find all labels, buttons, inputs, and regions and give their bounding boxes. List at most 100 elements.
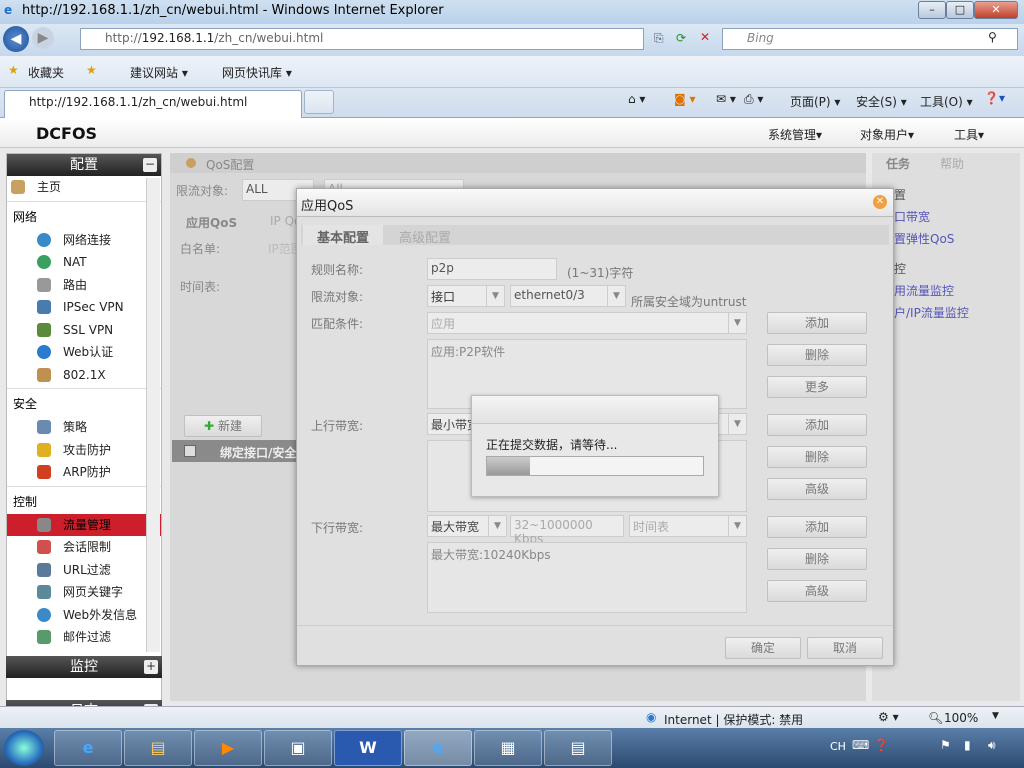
rule-name-input[interactable]: p2p <box>427 258 557 280</box>
keyboard-icon[interactable]: ⌨ <box>852 738 869 752</box>
select-all-checkbox[interactable] <box>184 445 196 457</box>
protected-mode-icon[interactable]: ⚙ ▾ <box>878 710 899 724</box>
interface-select[interactable]: ethernet0/3 ▼ <box>510 285 626 307</box>
zoom-level[interactable]: 100% <box>944 711 978 725</box>
tab-help[interactable]: 帮助 <box>940 155 964 172</box>
sidebar-item[interactable]: ARP防护 <box>7 461 161 484</box>
sidebar-item[interactable]: 网络连接 <box>7 229 161 252</box>
sidebar-header-config[interactable]: 配置 − <box>7 154 161 176</box>
tools-menu[interactable]: 工具(O) ▾ <box>920 93 973 110</box>
sidebar-item[interactable]: Web外发信息 <box>7 604 161 627</box>
sidebar-item[interactable]: 网页关键字 <box>7 581 161 604</box>
ok-button[interactable]: 确定 <box>725 637 801 659</box>
sidebar-header-monitor[interactable]: 监控 + <box>6 656 162 678</box>
search-input[interactable]: Bing <box>722 28 1018 50</box>
upstream-add-button[interactable]: 添加 <box>767 414 867 436</box>
downstream-list[interactable]: 最大带宽:10240Kbps <box>427 542 747 613</box>
expand-icon[interactable]: + <box>144 660 158 674</box>
new-tab-button[interactable] <box>304 90 334 114</box>
cancel-button[interactable]: 取消 <box>807 637 883 659</box>
sidebar-item[interactable]: 策略 <box>7 416 161 439</box>
match-add-button[interactable]: 添加 <box>767 312 867 334</box>
downstream-add-button[interactable]: 添加 <box>767 516 867 538</box>
taskbar-word-icon[interactable]: W <box>334 730 402 766</box>
sidebar-item[interactable]: IPSec VPN <box>7 296 161 319</box>
language-indicator[interactable]: CH <box>830 740 846 753</box>
forward-button[interactable]: ▶ <box>32 27 54 49</box>
network-tray-icon[interactable]: ▮ <box>964 738 971 752</box>
security-zone[interactable]: Internet | 保护模式: 禁用 <box>664 711 803 728</box>
new-button[interactable]: ✚ 新建 <box>184 415 262 437</box>
limit-type-select[interactable]: 接口 ▼ <box>427 285 505 307</box>
home-icon[interactable]: ⌂ ▾ <box>628 92 645 106</box>
feeds-icon[interactable]: ◙ ▾ <box>674 92 695 106</box>
add-favorite-icon[interactable]: ★ <box>86 63 97 77</box>
web-slice-gallery-button[interactable]: 网页快讯库 ▾ <box>222 64 292 81</box>
sidebar-scrollbar[interactable] <box>146 178 160 652</box>
close-window-button[interactable]: ✕ <box>974 1 1018 19</box>
tab-app-qos[interactable]: 应用QoS <box>186 214 237 231</box>
sidebar-item[interactable]: URL过滤 <box>7 559 161 582</box>
minimize-button[interactable]: – <box>918 1 946 19</box>
downstream-advanced-button[interactable]: 高级 <box>767 580 867 602</box>
tab-tasks[interactable]: 任务 <box>886 155 910 172</box>
action-center-icon[interactable]: ⚑ <box>940 738 951 752</box>
mail-icon[interactable]: ✉ ▾ <box>716 92 736 106</box>
compat-view-icon[interactable]: ⎘ <box>654 31 664 46</box>
downstream-type-select[interactable]: 最大带宽 ▼ <box>427 515 507 537</box>
downstream-bandwidth-input[interactable]: 32~1000000 Kbps <box>510 515 624 546</box>
menu-tools[interactable]: 工具▾ <box>954 126 984 143</box>
zoom-dropdown-icon[interactable]: ▼ <box>992 711 999 721</box>
link-user-traffic[interactable]: 用户/IP流量监控 <box>882 304 969 321</box>
downstream-delete-button[interactable]: 删除 <box>767 548 867 570</box>
sidebar-item[interactable]: 802.1X <box>7 364 161 387</box>
taskbar-ie-icon[interactable]: e <box>54 730 122 766</box>
sidebar-item-home[interactable]: 主页 <box>7 176 161 199</box>
taskbar-explorer-icon[interactable]: ▤ <box>124 730 192 766</box>
downstream-list-item: 最大带宽:10240Kbps <box>431 548 551 562</box>
taskbar-image-icon[interactable]: ▦ <box>474 730 542 766</box>
menu-system[interactable]: 系统管理▾ <box>768 126 822 143</box>
sidebar-item[interactable]: NAT <box>7 251 161 274</box>
sidebar-item[interactable]: 路由 <box>7 274 161 297</box>
search-icon[interactable]: ⚲ <box>988 30 997 44</box>
downstream-schedule-select[interactable]: 时间表 ▼ <box>629 515 747 537</box>
sidebar-item[interactable]: 会话限制 <box>7 536 161 559</box>
taskbar-doc-icon[interactable]: ▤ <box>544 730 612 766</box>
upstream-delete-button[interactable]: 删除 <box>767 446 867 468</box>
match-delete-button[interactable]: 删除 <box>767 344 867 366</box>
taskbar-ie-active-icon[interactable]: e <box>404 730 472 766</box>
address-bar[interactable]: http://192.168.1.1/zh_cn/webui.html <box>80 28 644 50</box>
collapse-icon[interactable]: − <box>143 158 157 172</box>
menu-objects[interactable]: 对象用户▾ <box>860 126 914 143</box>
back-button[interactable]: ◀ <box>3 26 29 52</box>
stop-icon[interactable]: ✕ <box>700 30 710 44</box>
sidebar-item[interactable]: 邮件过滤 <box>7 626 161 649</box>
zoom-icon[interactable]: 🔍︎ <box>928 711 943 725</box>
tab-basic-config[interactable]: 基本配置 <box>303 225 384 246</box>
sidebar-item-traffic-active[interactable]: 流量管理 <box>7 513 161 536</box>
safety-menu[interactable]: 安全(S) ▾ <box>856 93 907 110</box>
maximize-button[interactable]: □ <box>946 1 974 19</box>
match-select[interactable]: 应用 ▼ <box>427 312 747 334</box>
sidebar-item[interactable]: 攻击防护 <box>7 439 161 462</box>
help-tray-icon[interactable]: ❓ <box>874 738 889 752</box>
taskbar-media-icon[interactable]: ▶ <box>194 730 262 766</box>
start-button[interactable] <box>4 730 44 766</box>
taskbar-app-icon[interactable]: ▣ <box>264 730 332 766</box>
volume-icon[interactable]: 🔊︎ <box>988 738 996 753</box>
upstream-advanced-button[interactable]: 高级 <box>767 478 867 500</box>
sidebar-item[interactable]: SSL VPN <box>7 319 161 342</box>
favorites-button[interactable]: 收藏夹 <box>28 64 64 81</box>
page-menu[interactable]: 页面(P) ▾ <box>790 93 840 110</box>
print-icon[interactable]: ⎙ ▾ <box>744 92 763 107</box>
tab-advanced-config[interactable]: 高级配置 <box>385 225 465 246</box>
refresh-icon[interactable]: ⟳ <box>676 31 686 45</box>
help-icon[interactable]: ❓▾ <box>984 91 1005 105</box>
dialog-close-icon[interactable]: ✕ <box>873 195 887 209</box>
match-more-button[interactable]: 更多 <box>767 376 867 398</box>
browser-tab-active[interactable]: http://192.168.1.1/zh_cn/webui.html <box>4 90 302 118</box>
sidebar-item[interactable]: Web认证 <box>7 341 161 364</box>
suggested-sites-button[interactable]: 建议网站 ▾ <box>130 64 188 81</box>
sidebar-item-label: 邮件过滤 <box>63 630 112 644</box>
